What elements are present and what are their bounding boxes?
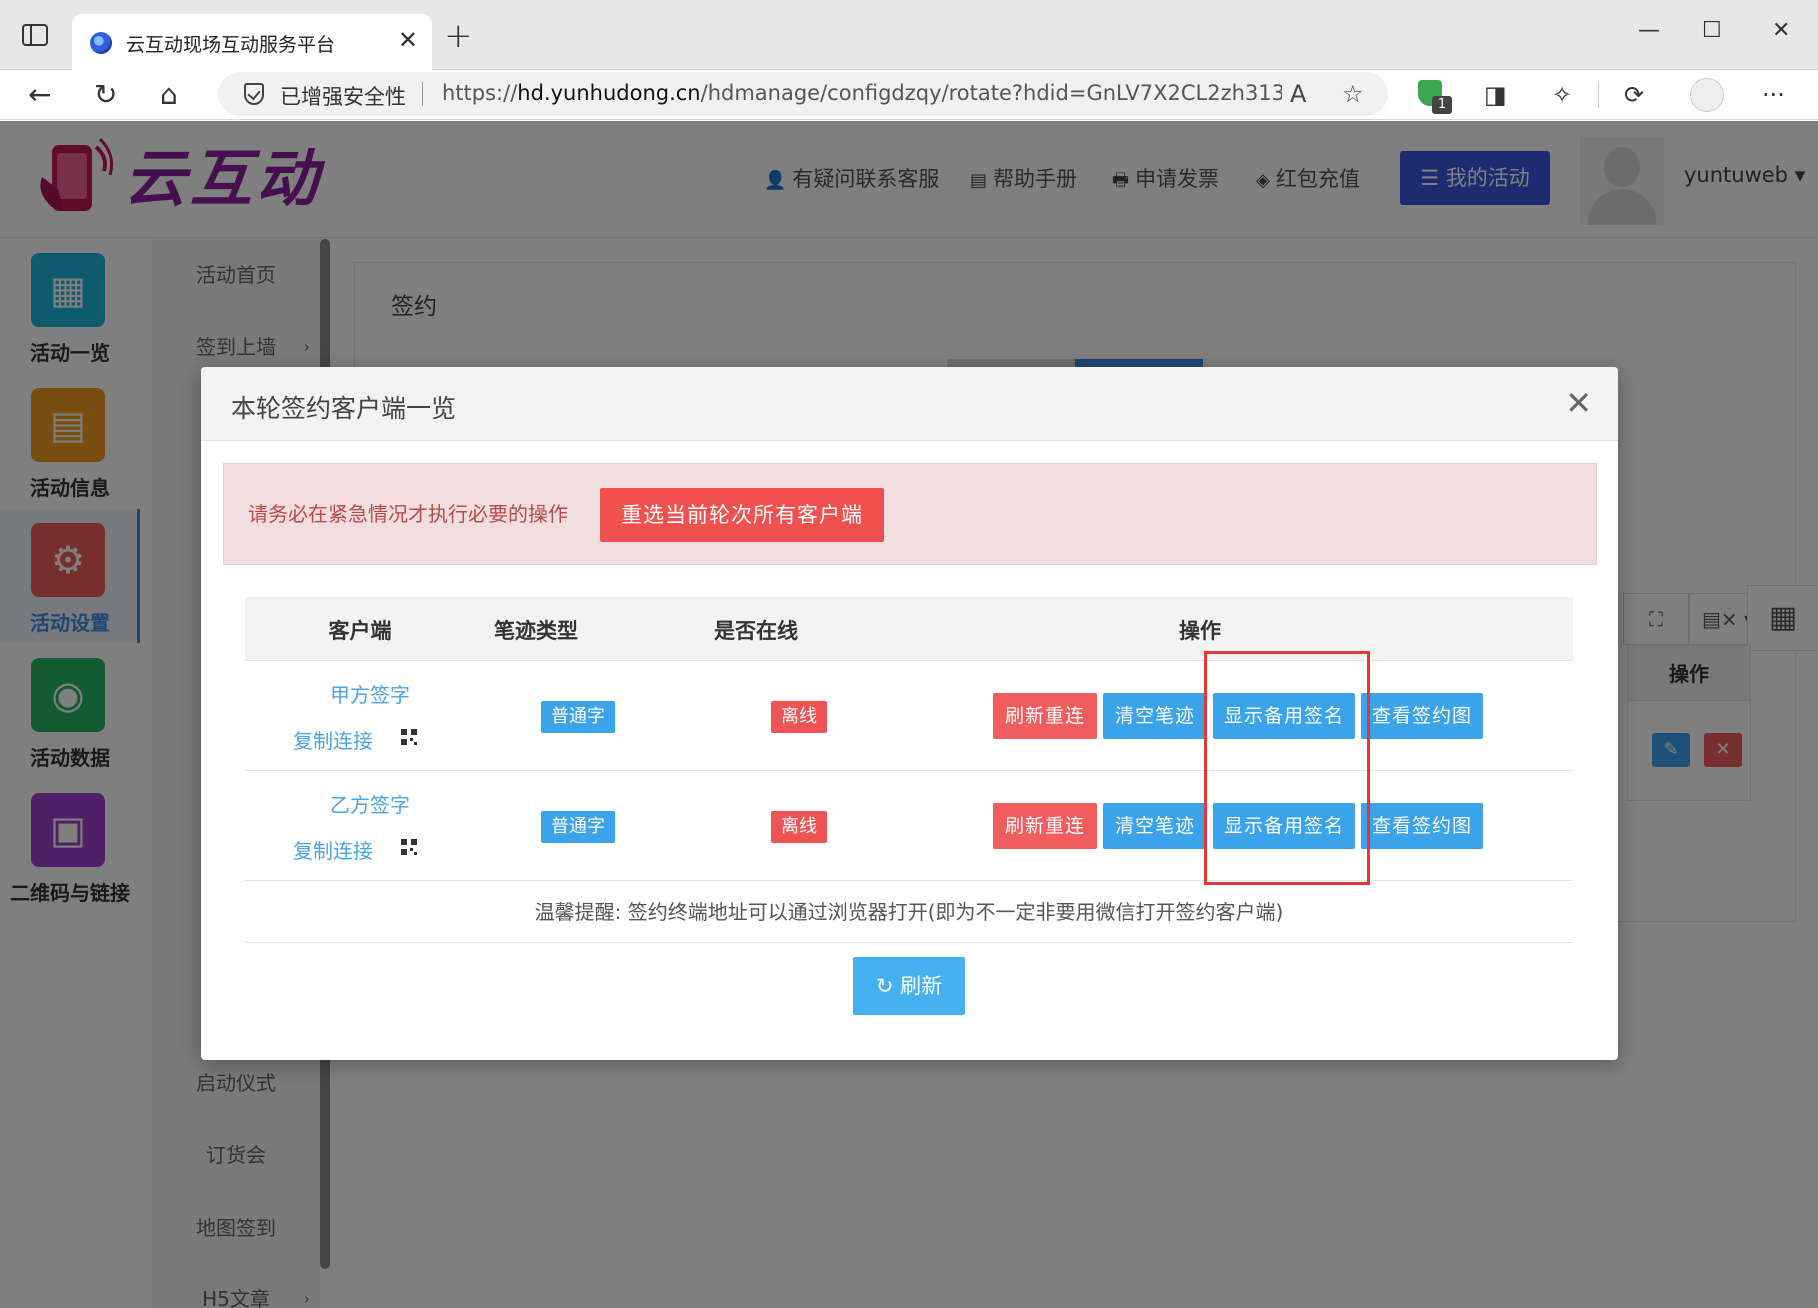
read-aloud-icon[interactable]: A [1290, 78, 1306, 110]
url-path: /hdmanage/configdzqy/rotate?hdid=GnLV7X2… [700, 81, 1282, 105]
status-badge: 离线 [771, 811, 827, 843]
more-menu-icon[interactable]: ··· [1762, 76, 1785, 114]
refresh-reconnect-button[interactable]: 刷新重连 [993, 693, 1097, 739]
tab-title: 云互动现场互动服务平台 [126, 34, 336, 56]
client-name-link[interactable]: 乙方签字 [315, 789, 425, 818]
browser-tab-strip: 云互动现场互动服务平台 ✕ + — ☐ ✕ [0, 0, 1818, 70]
alert-text: 请务必在紧急情况才执行必要的操作 [248, 502, 568, 526]
shield-icon[interactable] [244, 83, 264, 105]
qrcode-icon[interactable] [401, 729, 417, 745]
extension-badge: 1 [1432, 96, 1452, 114]
new-tab-button[interactable]: + [444, 16, 473, 56]
home-button[interactable]: ⌂ [160, 76, 178, 114]
refresh-button[interactable]: ↻ 刷新 [853, 957, 965, 1015]
profile-icon[interactable] [1690, 78, 1724, 112]
copy-link[interactable]: 复制连接 [293, 725, 373, 754]
site-favicon-icon [90, 32, 112, 54]
extensions-puzzle-icon[interactable]: ✧ [1552, 76, 1572, 114]
address-separator [422, 82, 423, 106]
reselect-all-clients-button[interactable]: 重选当前轮次所有客户端 [600, 488, 884, 542]
table-row: 甲方签字 复制连接 普通字 离线 刷新重连 清空笔迹 显示备用签名 查看签约图 [245, 661, 1573, 771]
view-signature-image-button[interactable]: 查看签约图 [1361, 803, 1483, 849]
highlight-annotation-box [1204, 651, 1370, 885]
modal-backdrop-header [0, 121, 1818, 239]
refresh-reconnect-button[interactable]: 刷新重连 [993, 803, 1097, 849]
address-bar-row: ← ↻ ⌂ 已增强安全性 https://hd.yunhudong.cn/hdm… [0, 70, 1818, 120]
url-text[interactable]: https://hd.yunhudong.cn/hdmanage/configd… [442, 81, 1282, 105]
sidebar-toggle-icon[interactable] [22, 24, 48, 46]
collections-icon[interactable]: ◨ [1484, 76, 1507, 114]
th-client: 客户端 [328, 619, 392, 643]
clear-strokes-button[interactable]: 清空笔迹 [1103, 693, 1207, 739]
clear-strokes-button[interactable]: 清空笔迹 [1103, 803, 1207, 849]
toolbar-separator [1598, 82, 1599, 108]
add-favorite-icon[interactable]: ☆ [1342, 78, 1364, 110]
th-actions: 操作 [1179, 619, 1221, 643]
url-prefix: https:// [442, 81, 518, 105]
maximize-button[interactable]: ☐ [1702, 14, 1722, 48]
client-name-link[interactable]: 甲方签字 [315, 679, 425, 708]
modal-header: 本轮签约客户端一览 ✕ [201, 367, 1618, 441]
browser-tab-active[interactable]: 云互动现场互动服务平台 ✕ [72, 14, 432, 70]
stroke-type-badge: 普通字 [541, 701, 615, 733]
view-signature-image-button[interactable]: 查看签约图 [1361, 693, 1483, 739]
stroke-type-badge: 普通字 [541, 811, 615, 843]
minimize-button[interactable]: — [1638, 14, 1660, 48]
address-bar[interactable]: 已增强安全性 https://hd.yunhudong.cn/hdmanage/… [218, 72, 1388, 116]
tab-close-icon[interactable]: ✕ [398, 26, 418, 54]
table-row: 乙方签字 复制连接 普通字 离线 刷新重连 清空笔迹 显示备用签名 查看签约图 [245, 771, 1573, 881]
tip-notice: 温馨提醒: 签约终端地址可以通过浏览器打开(即为不一定非要用微信打开签约客户端) [245, 881, 1573, 943]
client-list-modal: 本轮签约客户端一览 ✕ 请务必在紧急情况才执行必要的操作 重选当前轮次所有客户端… [201, 367, 1618, 1060]
status-badge: 离线 [771, 701, 827, 733]
modal-title: 本轮签约客户端一览 [231, 394, 457, 423]
browser-essentials-icon[interactable]: ⟳ [1624, 76, 1644, 114]
close-window-button[interactable]: ✕ [1772, 14, 1790, 48]
url-host: hd.yunhudong.cn [517, 81, 701, 105]
th-online: 是否在线 [714, 619, 798, 643]
warning-alert: 请务必在紧急情况才执行必要的操作 重选当前轮次所有客户端 [223, 463, 1597, 565]
th-stroke-type: 笔迹类型 [494, 619, 578, 643]
reload-button[interactable]: ↻ [94, 76, 117, 114]
qrcode-icon[interactable] [401, 839, 417, 855]
table-header: 客户端 笔迹类型 是否在线 操作 [245, 597, 1573, 661]
copy-link[interactable]: 复制连接 [293, 835, 373, 864]
modal-close-icon[interactable]: ✕ [1565, 383, 1592, 423]
back-button[interactable]: ← [28, 76, 51, 114]
security-label[interactable]: 已增强安全性 [280, 81, 406, 111]
